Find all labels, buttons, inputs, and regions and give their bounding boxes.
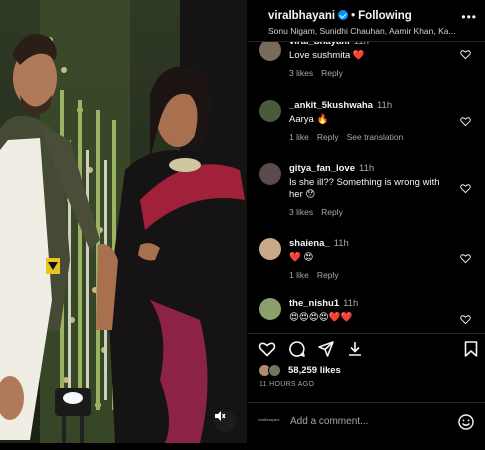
bookmark-icon[interactable] <box>463 340 479 358</box>
muted-speaker-icon <box>215 411 226 421</box>
reply-button[interactable]: Reply <box>317 132 339 142</box>
comment-text: Love sushmita ❤️ <box>289 50 365 61</box>
comment-time: 11h <box>333 238 349 249</box>
share-icon[interactable] <box>317 340 335 358</box>
post-author: viralbhayani • Following <box>268 10 412 22</box>
comment-body: shaiena_ 11h ❤️ 😍 1 like Reply <box>289 238 449 281</box>
emoji-icon[interactable] <box>457 413 475 431</box>
comment-avatar[interactable] <box>259 42 281 61</box>
comment-avatar[interactable] <box>259 298 281 320</box>
post-header: viralbhayani • Following Sonu Nigam, Sunid… <box>248 0 485 42</box>
comment-text: Aarya 🔥 <box>289 114 329 125</box>
heart-icon[interactable] <box>258 340 276 358</box>
mute-button[interactable] <box>214 410 236 432</box>
comment-time: 11h <box>359 163 375 174</box>
comment-time: 11h <box>354 42 369 47</box>
bottom-strip <box>0 443 485 450</box>
comment-time: 11h <box>343 298 359 309</box>
heart-icon[interactable] <box>460 116 471 127</box>
comment-username[interactable]: viral_bhayani <box>289 42 350 47</box>
reply-button[interactable]: Reply <box>321 207 343 217</box>
comment-likes[interactable]: 1 like <box>289 270 309 280</box>
comment-body: the_nishu1 11h 😍😍😍😍❤️❤️ <box>289 298 449 324</box>
comment-body: _ankit_5kushwaha 11h Aarya 🔥 1 like Reply S… <box>289 100 449 143</box>
comment-likes[interactable]: 1 like <box>289 132 309 142</box>
post-photo <box>0 0 247 443</box>
comment-likes[interactable]: 3 likes <box>289 207 313 217</box>
comment-avatar[interactable] <box>259 163 281 185</box>
see-translation-link[interactable]: See translation <box>347 132 404 142</box>
heart-icon[interactable] <box>460 314 471 325</box>
comment-icon[interactable] <box>288 340 306 358</box>
comment-time: 11h <box>376 100 393 111</box>
heart-icon[interactable] <box>460 253 471 264</box>
comment-input[interactable]: Add a comment... <box>290 416 368 427</box>
comment-text: 😍😍😍😍❤️❤️ <box>289 312 353 323</box>
liker-avatar <box>268 364 281 377</box>
comment-meta: 1 like Reply See translation <box>289 131 449 143</box>
comment-body: viral_bhayani 11h Love sushmita ❤️ 3 like… <box>289 42 449 79</box>
post-media[interactable] <box>0 0 247 443</box>
comment-meta: 1 like Reply <box>289 269 449 281</box>
verified-badge-icon <box>338 10 349 20</box>
comment-username[interactable]: the_nishu1 <box>289 298 339 309</box>
heart-icon[interactable] <box>460 183 471 194</box>
comment-avatar[interactable] <box>259 238 281 260</box>
current-user-label: viralbhayani <box>258 417 280 422</box>
comments-list: viral_bhayani 11h Love sushmita ❤️ 3 like… <box>248 42 485 332</box>
likes-count[interactable]: 58,259 likes <box>288 365 341 376</box>
reply-button[interactable]: Reply <box>321 68 343 78</box>
reply-button[interactable]: Reply <box>317 270 339 280</box>
comment-username[interactable]: gitya_fan_love <box>289 163 355 174</box>
comment-body: gitya_fan_love 11h Is she ill?? Something… <box>289 163 449 218</box>
comment-likes[interactable]: 3 likes <box>289 68 313 78</box>
comment-avatar[interactable] <box>259 100 281 122</box>
add-comment-bar: viralbhayani Add a comment... <box>248 402 485 444</box>
more-options-icon[interactable]: ••• <box>461 10 477 24</box>
download-icon[interactable] <box>346 340 364 358</box>
separator-dot: • <box>351 10 356 22</box>
comment-meta: 3 likes Reply <box>289 67 449 79</box>
following-button[interactable]: Following <box>358 10 412 22</box>
post-timestamp[interactable]: 11 HOURS AGO <box>259 381 314 388</box>
comment-username[interactable]: _ankit_5kushwaha <box>289 100 373 111</box>
post-side-panel: viralbhayani • Following Sonu Nigam, Sunid… <box>248 0 485 443</box>
post-actions: 58,259 likes 11 HOURS AGO viralbhayani A… <box>248 333 485 443</box>
comment-text: Is she ill?? Something is wrong with her… <box>289 177 440 200</box>
comment-username[interactable]: shaiena_ <box>289 238 330 249</box>
heart-icon[interactable] <box>460 49 471 60</box>
post-audio-subtitle[interactable]: Sonu Nigam, Sunidhi Chauhan, Aamir Khan,… <box>268 26 458 36</box>
comment-text: ❤️ 😍 <box>289 252 314 263</box>
post-author-username[interactable]: viralbhayani <box>268 10 335 22</box>
comment-meta: 3 likes Reply <box>289 206 449 218</box>
